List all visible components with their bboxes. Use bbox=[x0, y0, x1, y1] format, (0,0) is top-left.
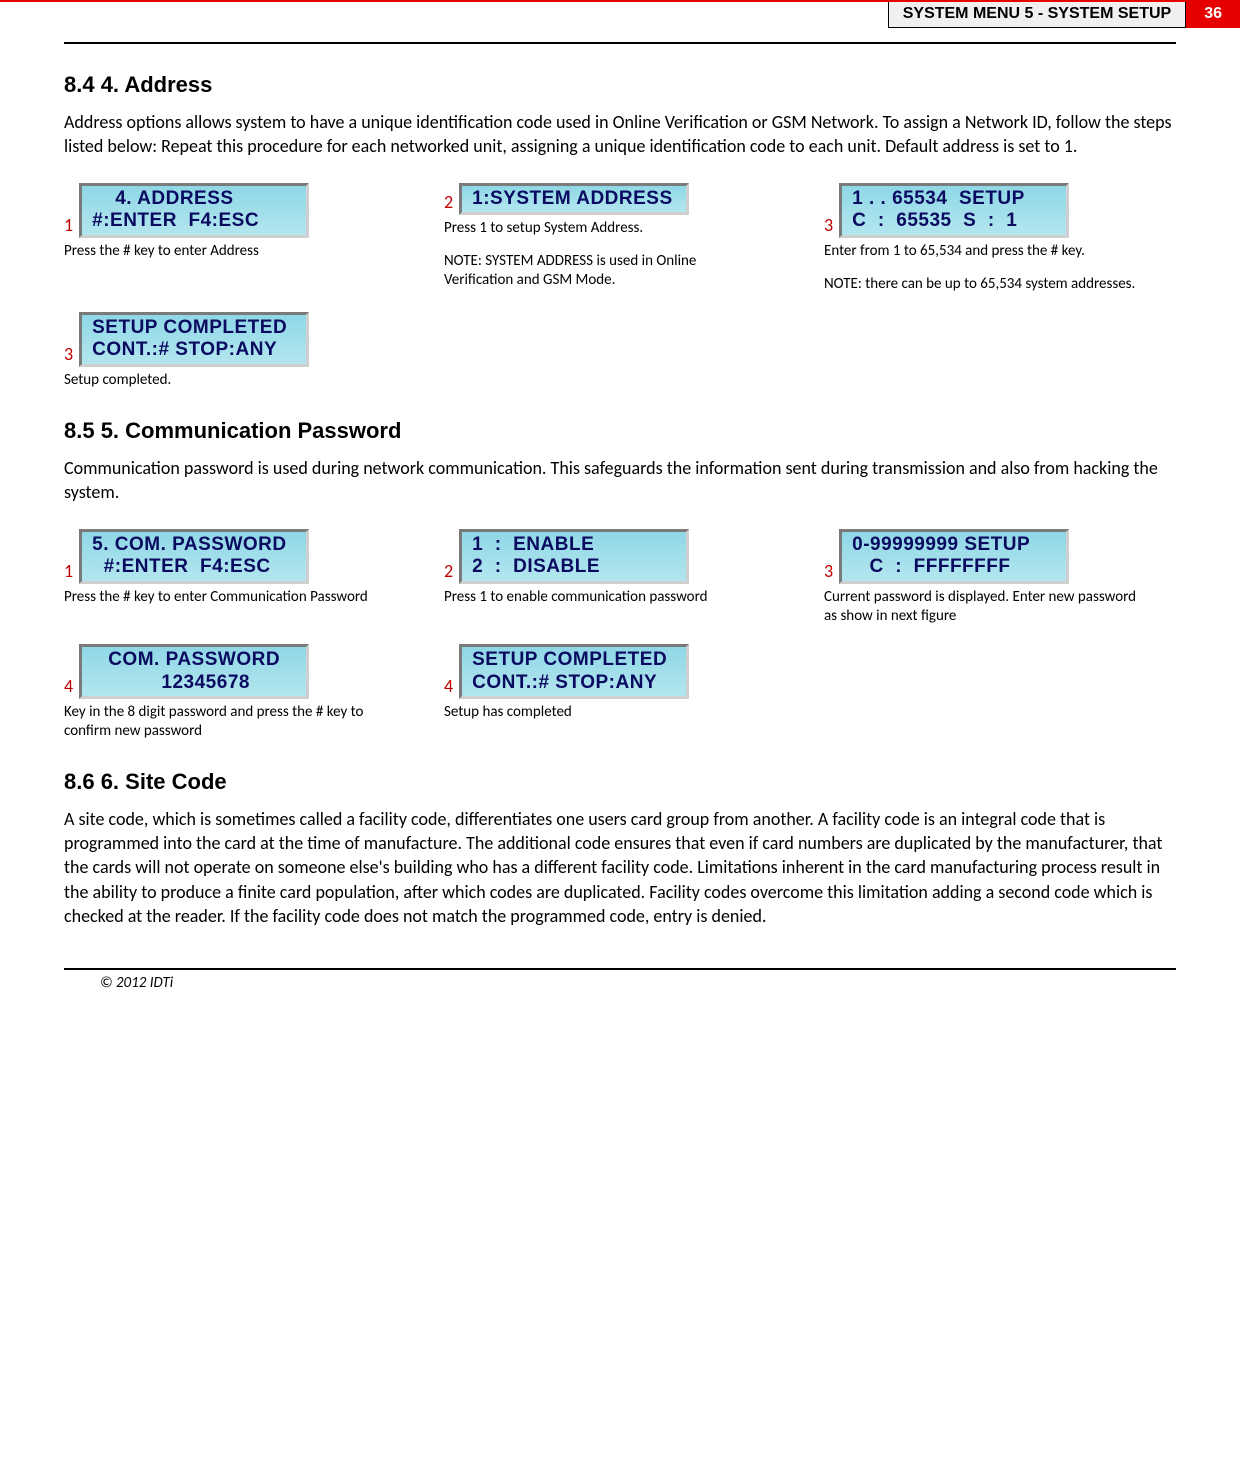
heading-8-5: 8.5 5. Communication Password bbox=[64, 418, 1176, 444]
step-8-4-1: 1 4. ADDRESS #:ENTER F4:ESC Press the # … bbox=[64, 183, 384, 261]
footer-copyright: © 2012 IDTi bbox=[0, 974, 1240, 992]
lcd-screen: SETUP COMPLETED CONT.:# STOP:ANY bbox=[79, 312, 309, 368]
step-8-5-5: 4 SETUP COMPLETED CONT.:# STOP:ANY Setup… bbox=[444, 644, 764, 722]
step-8-5-4: 4 COM. PASSWORD 12345678 Key in the 8 di… bbox=[64, 644, 384, 741]
step-8-5-1: 1 5. COM. PASSWORD #:ENTER F4:ESC Press … bbox=[64, 529, 384, 607]
lcd-screen: 1 : ENABLE 2 : DISABLE bbox=[459, 529, 689, 585]
step-note: NOTE: SYSTEM ADDRESS is used in Online V… bbox=[444, 252, 764, 290]
step-caption: Press 1 to setup System Address. bbox=[444, 219, 764, 238]
row-8-5-a: 1 5. COM. PASSWORD #:ENTER F4:ESC Press … bbox=[64, 529, 1176, 626]
intro-8-6: A site code, which is sometimes called a… bbox=[64, 807, 1176, 928]
lcd-screen: 5. COM. PASSWORD #:ENTER F4:ESC bbox=[79, 529, 309, 585]
lcd-screen: SETUP COMPLETED CONT.:# STOP:ANY bbox=[459, 644, 689, 700]
step-note: NOTE: there can be up to 65,534 system a… bbox=[824, 275, 1144, 294]
step-caption: Press 1 to enable communication password bbox=[444, 588, 764, 607]
page-header: SYSTEM MENU 5 - SYSTEM SETUP 36 bbox=[0, 0, 1240, 28]
step-number: 1 bbox=[64, 562, 73, 584]
header-spacer bbox=[0, 2, 888, 28]
step-8-4-3: 3 1 . . 65534 SETUP C : 65535 S : 1 Ente… bbox=[824, 183, 1144, 294]
footer-rule bbox=[64, 968, 1176, 970]
step-number: 3 bbox=[824, 562, 833, 584]
step-8-4-4: 3 SETUP COMPLETED CONT.:# STOP:ANY Setup… bbox=[64, 312, 384, 390]
step-number: 3 bbox=[64, 345, 73, 367]
lcd-screen: COM. PASSWORD 12345678 bbox=[79, 644, 309, 700]
intro-8-5: Communication password is used during ne… bbox=[64, 456, 1176, 505]
heading-8-4: 8.4 4. Address bbox=[64, 72, 1176, 98]
lcd-screen: 1:SYSTEM ADDRESS bbox=[459, 183, 689, 216]
heading-8-6: 8.6 6. Site Code bbox=[64, 769, 1176, 795]
section-label: SYSTEM MENU 5 - SYSTEM SETUP bbox=[888, 2, 1186, 28]
step-number: 4 bbox=[64, 677, 73, 699]
step-number: 3 bbox=[824, 216, 833, 238]
header-rule bbox=[64, 42, 1176, 44]
step-number: 1 bbox=[64, 216, 73, 238]
step-caption: Setup has completed bbox=[444, 703, 764, 722]
step-8-5-2: 2 1 : ENABLE 2 : DISABLE Press 1 to enab… bbox=[444, 529, 764, 607]
row-8-4-b: 3 SETUP COMPLETED CONT.:# STOP:ANY Setup… bbox=[64, 312, 1176, 390]
row-8-5-b: 4 COM. PASSWORD 12345678 Key in the 8 di… bbox=[64, 644, 1176, 741]
step-caption: Current password is displayed. Enter new… bbox=[824, 588, 1144, 626]
step-caption: Enter from 1 to 65,534 and press the # k… bbox=[824, 242, 1144, 261]
step-number: 2 bbox=[444, 193, 453, 215]
step-caption: Key in the 8 digit password and press th… bbox=[64, 703, 384, 741]
lcd-screen: 0-99999999 SETUP C : FFFFFFFF bbox=[839, 529, 1069, 585]
lcd-screen: 1 . . 65534 SETUP C : 65535 S : 1 bbox=[839, 183, 1069, 239]
step-number: 4 bbox=[444, 677, 453, 699]
step-caption: Press the # key to enter Address bbox=[64, 242, 384, 261]
step-number: 2 bbox=[444, 562, 453, 584]
lcd-screen: 4. ADDRESS #:ENTER F4:ESC bbox=[79, 183, 309, 239]
row-8-4-a: 1 4. ADDRESS #:ENTER F4:ESC Press the # … bbox=[64, 183, 1176, 294]
step-caption: Press the # key to enter Communication P… bbox=[64, 588, 384, 607]
page-number: 36 bbox=[1186, 2, 1240, 28]
step-8-5-3: 3 0-99999999 SETUP C : FFFFFFFF Current … bbox=[824, 529, 1144, 626]
intro-8-4: Address options allows system to have a … bbox=[64, 110, 1176, 159]
step-8-4-2: 2 1:SYSTEM ADDRESS Press 1 to setup Syst… bbox=[444, 183, 764, 290]
step-caption: Setup completed. bbox=[64, 371, 384, 390]
